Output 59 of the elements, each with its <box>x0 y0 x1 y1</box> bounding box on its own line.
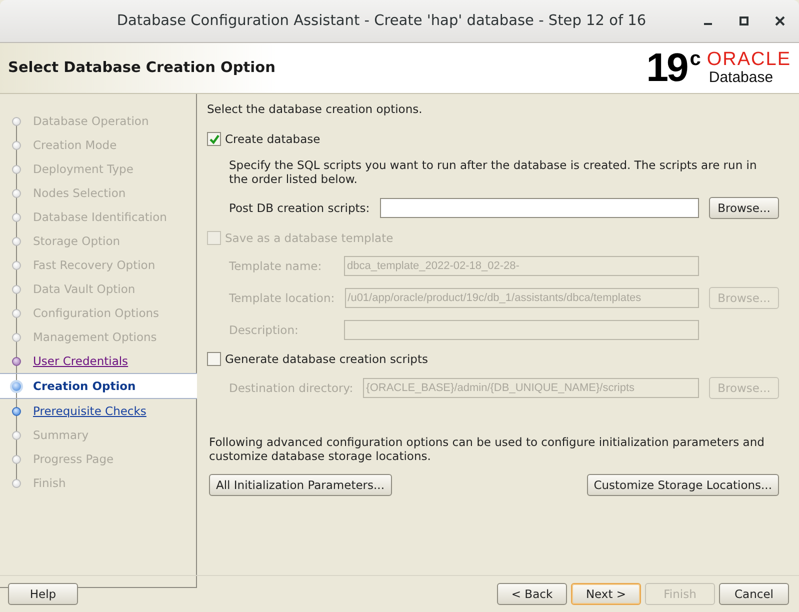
step-dot-icon <box>12 406 21 416</box>
description-text: Specify the SQL scripts you want to run after the database is created. The scripts are run in the order listed below. <box>228 158 758 186</box>
field-label: Template location: <box>229 291 335 305</box>
step-item: Data Vault Option <box>33 282 136 296</box>
step-item: Configuration Options <box>33 306 160 320</box>
step-dot-icon <box>10 380 23 392</box>
step-item: Database Operation <box>33 114 149 128</box>
step-item[interactable]: User Credentials <box>33 354 128 368</box>
step-item: Database Identification <box>33 210 167 224</box>
checkbox[interactable] <box>207 132 221 146</box>
step-dot-icon <box>12 308 21 318</box>
step-dot-icon <box>12 212 21 222</box>
instruction-text: Select the database creation options. <box>207 102 424 116</box>
step-dot-icon <box>12 454 21 464</box>
help-button[interactable]: Help <box>8 583 78 605</box>
option-button[interactable]: Customize Storage Locations... <box>586 474 779 496</box>
checkbox-label[interactable]: Create database <box>225 132 320 146</box>
step-dot-icon <box>12 478 21 488</box>
step-dot-icon <box>12 284 21 294</box>
step-item: Fast Recovery Option <box>33 258 156 272</box>
wizard-button[interactable]: Next > <box>571 583 641 605</box>
step-dot-icon <box>12 188 21 198</box>
field-label: Description: <box>229 323 300 337</box>
step-dot-icon <box>12 430 21 440</box>
wizard-button[interactable]: < Back <box>497 583 567 605</box>
step-dot-icon <box>12 260 21 270</box>
step-dot-icon <box>12 236 21 246</box>
step-item: Finish <box>33 476 66 490</box>
step-item: Management Options <box>33 330 157 344</box>
step-item: Summary <box>33 428 89 442</box>
page-title: Select Database Creation Option <box>8 60 276 76</box>
step-dot-icon <box>12 140 21 150</box>
field-label: Destination directory: <box>229 381 354 395</box>
browse-button[interactable]: Browse... <box>709 197 779 219</box>
step-dot-icon <box>12 332 21 342</box>
step-item: Creation Option <box>33 379 136 393</box>
window-title: Database Configuration Assistant - Create 'hap' database - Step 12 of 16 <box>116 13 648 29</box>
step-item: Creation Mode <box>33 138 117 152</box>
step-dot-icon <box>12 356 21 366</box>
advanced-options-text: Following advanced configuration options can be used to configure initialization parameters and customize database storage locations. <box>208 435 766 463</box>
version-logo: 19$^{c}$ <box>646 48 699 88</box>
close-icon[interactable] <box>775 16 785 26</box>
input-field[interactable] <box>380 198 699 218</box>
checkbox-label[interactable]: Generate database creation scripts <box>225 352 428 366</box>
option-button[interactable]: All Initialization Parameters... <box>209 474 392 496</box>
step-item[interactable]: Prerequisite Checks <box>33 404 146 418</box>
step-dot-icon <box>12 164 21 174</box>
field-label: Post DB creation scripts: <box>229 201 370 215</box>
product-name: Database <box>708 69 774 86</box>
maximize-icon[interactable] <box>739 16 749 26</box>
field-label: Template name: <box>229 259 323 273</box>
step-dot-icon <box>12 116 21 126</box>
brand-logo: ORACLE <box>706 50 791 69</box>
wizard-button[interactable]: Cancel <box>719 583 789 605</box>
step-item: Deployment Type <box>33 162 134 176</box>
step-item: Progress Page <box>33 452 114 466</box>
step-item: Storage Option <box>33 234 120 248</box>
checkbox[interactable] <box>207 352 221 366</box>
step-item: Nodes Selection <box>33 186 126 200</box>
